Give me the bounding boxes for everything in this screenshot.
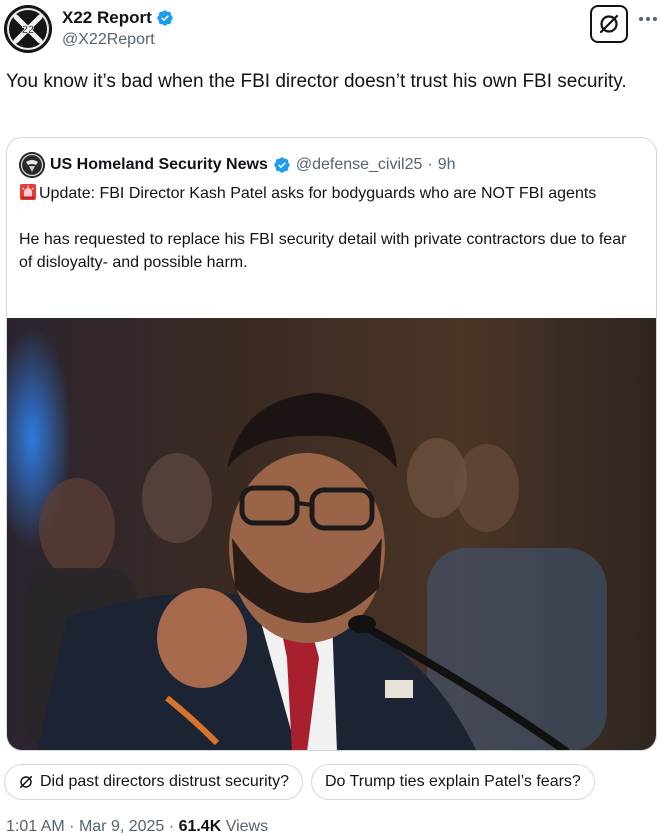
tweet-text: You know it’s bad when the FBI director … — [6, 71, 627, 92]
tweet-meta: 1:01 AM · Mar 9, 2025 · 61.4K Views — [6, 818, 268, 836]
grok-suggestion-chip-2[interactable]: Do Trump ties explain Patel’s fears? — [310, 764, 595, 800]
svg-text:22: 22 — [22, 24, 34, 36]
quoted-tweet-header: US Homeland Security News @defense_civil… — [19, 152, 456, 178]
quoted-author-handle[interactable]: @defense_civil25 — [296, 156, 423, 174]
tweet-header: 22 X22 Report @X22Report — [0, 0, 661, 60]
grok-suggestion-1-label: Did past directors distrust security? — [40, 773, 289, 790]
quoted-verified-badge-icon — [274, 157, 290, 173]
author-handle[interactable]: @X22Report — [62, 31, 155, 49]
quoted-tweet[interactable]: US Homeland Security News @defense_civil… — [6, 137, 657, 751]
tweet-date[interactable]: Mar 9, 2025 — [79, 818, 164, 835]
verified-badge-icon — [157, 10, 173, 26]
quoted-paragraph-1-text: Update: FBI Director Kash Patel asks for… — [39, 185, 597, 202]
meta-separator-2: · — [168, 818, 175, 835]
quoted-separator: · — [427, 156, 433, 173]
quoted-author-avatar[interactable] — [19, 152, 45, 178]
grok-icon — [19, 775, 33, 789]
dhs-seal-icon — [19, 152, 45, 178]
views-count: 61.4K — [178, 818, 222, 835]
more-dots-icon — [639, 17, 657, 21]
quoted-tweet-text: Update: FBI Director Kash Patel asks for… — [19, 182, 644, 297]
grok-suggestion-chip-1[interactable]: Did past directors distrust security? — [4, 764, 303, 800]
meta-separator-1: · — [69, 818, 75, 835]
tweet-time[interactable]: 1:01 AM — [6, 818, 65, 835]
author-avatar[interactable]: 22 — [4, 5, 52, 53]
grok-suggestions: Did past directors distrust security? Do… — [4, 764, 595, 800]
quoted-paragraph-2: He has requested to replace his FBI secu… — [19, 231, 627, 271]
views-label: Views — [225, 818, 269, 835]
grok-suggestion-2-label: Do Trump ties explain Patel’s fears? — [324, 773, 581, 790]
more-options-button[interactable] — [636, 7, 660, 31]
grok-button[interactable] — [590, 5, 628, 43]
quoted-tweet-photo[interactable] — [7, 318, 656, 750]
grok-icon — [599, 14, 619, 34]
quoted-timestamp[interactable]: 9h — [438, 156, 456, 174]
rotating-light-icon — [20, 184, 36, 200]
author-name[interactable]: X22 Report — [62, 8, 152, 28]
x22-logo-icon: 22 — [4, 5, 52, 53]
quoted-paragraph-1: Update: FBI Director Kash Patel asks for… — [19, 182, 644, 205]
quoted-author-name[interactable]: US Homeland Security News — [50, 156, 268, 174]
photo-illustration — [7, 318, 656, 750]
